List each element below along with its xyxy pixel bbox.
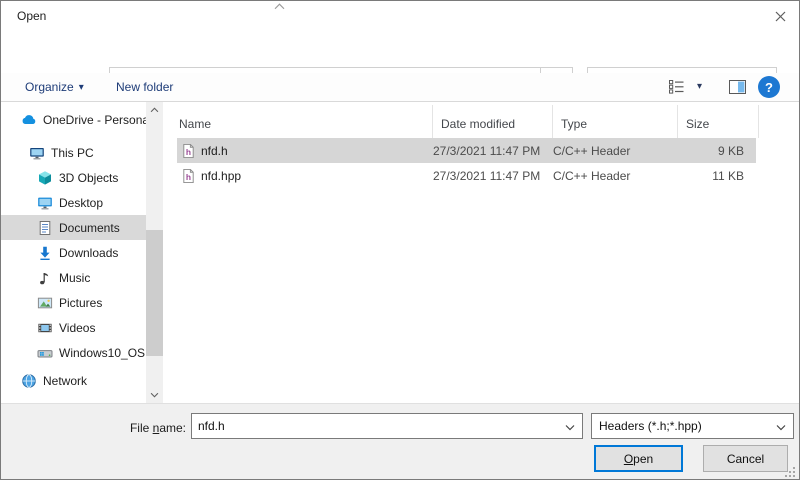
header-file-icon: h (181, 168, 196, 184)
scrollbar-thumb[interactable] (146, 230, 163, 356)
file-name: nfd.hpp (201, 169, 241, 183)
chevron-down-icon: ▾ (79, 82, 84, 93)
network-icon (21, 373, 37, 389)
sidebar-scrollbar[interactable] (146, 102, 163, 403)
this-pc-icon (29, 145, 45, 161)
preview-pane-icon (729, 80, 746, 94)
column-headers: Name Date modified Type Size (171, 105, 800, 138)
preview-pane-button[interactable] (729, 80, 746, 97)
3d-objects-icon (37, 170, 53, 186)
file-date-modified: 27/3/2021 11:47 PM (433, 144, 553, 158)
sidebar-item-documents[interactable]: Documents (1, 215, 146, 240)
desktop-icon (37, 195, 53, 211)
sidebar-item-label: 3D Objects (59, 171, 118, 185)
column-header-spacer (759, 105, 800, 138)
close-button[interactable] (767, 5, 793, 27)
organize-label: Organize (25, 80, 74, 94)
file-row-nfd-hpp[interactable]: h nfd.hpp 27/3/2021 11:47 PM C/C++ Heade… (177, 163, 756, 188)
file-list: h nfd.h 27/3/2021 11:47 PM C/C++ Header … (171, 138, 800, 188)
chevron-down-icon[interactable] (565, 424, 575, 431)
svg-text:h: h (186, 171, 191, 181)
file-row-nfd-h[interactable]: h nfd.h 27/3/2021 11:47 PM C/C++ Header … (177, 138, 756, 163)
file-name-combo (191, 413, 583, 439)
svg-text:h: h (186, 146, 191, 156)
sidebar-item-desktop[interactable]: Desktop (1, 190, 146, 215)
new-folder-button[interactable]: New folder (116, 73, 173, 101)
chevron-down-icon (150, 392, 159, 398)
sidebar-item-label: Downloads (59, 246, 118, 260)
pictures-icon (37, 295, 53, 311)
resize-grip[interactable] (785, 467, 796, 478)
sidebar-item-label: Windows10_OS (C:) (59, 346, 146, 360)
column-header-date-modified[interactable]: Date modified (433, 105, 553, 138)
downloads-icon (37, 245, 53, 261)
open-file-dialog: Open ← → ↑ « GitHub › nativefiledialog ›… (0, 0, 800, 480)
navigation-pane: OneDrive - Personal This PC 3D Objects D… (1, 102, 146, 403)
chevron-up-icon (150, 107, 159, 113)
sidebar-item-windows-drive[interactable]: Windows10_OS (C:) (1, 340, 146, 365)
sidebar-item-label: Videos (59, 321, 95, 335)
header-file-icon: h (181, 143, 196, 159)
sort-ascending-icon (274, 3, 285, 10)
column-header-type[interactable]: Type (553, 105, 678, 138)
cancel-button[interactable]: Cancel (703, 445, 788, 472)
scroll-up-button[interactable] (146, 102, 163, 118)
address-row: ← → ↑ « GitHub › nativefiledialog › src … (1, 31, 799, 73)
dialog-footer: File name: Headers (*.h;*.hpp) Open Canc… (1, 403, 799, 480)
scroll-down-button[interactable] (146, 387, 163, 403)
sidebar-item-3d-objects[interactable]: 3D Objects (1, 165, 146, 190)
sidebar-item-downloads[interactable]: Downloads (1, 240, 146, 265)
close-icon (775, 11, 786, 22)
title-bar: Open (1, 1, 799, 31)
file-name: nfd.h (201, 144, 228, 158)
open-button[interactable]: Open (594, 445, 683, 472)
sidebar-item-label: Music (59, 271, 90, 285)
sidebar-item-music[interactable]: Music (1, 265, 146, 290)
sidebar-item-label: This PC (51, 146, 94, 160)
videos-icon (37, 320, 53, 336)
file-name-input[interactable] (192, 414, 582, 438)
sidebar-item-onedrive[interactable]: OneDrive - Personal (1, 107, 146, 132)
sidebar-item-pictures[interactable]: Pictures (1, 290, 146, 315)
sidebar-item-label: OneDrive - Personal (43, 113, 146, 127)
new-folder-label: New folder (116, 80, 173, 94)
sidebar-item-label: Pictures (59, 296, 102, 310)
command-toolbar: Organize ▾ New folder ▾ ? (1, 73, 799, 102)
chevron-down-icon (776, 424, 786, 431)
file-size: 9 KB (678, 144, 756, 158)
onedrive-icon (21, 112, 37, 128)
sidebar-item-label: Network (43, 374, 87, 388)
window-title: Open (17, 9, 46, 23)
file-type: C/C++ Header (553, 169, 678, 183)
chevron-down-icon[interactable]: ▾ (697, 81, 702, 92)
sidebar-item-this-pc[interactable]: This PC (1, 140, 146, 165)
details-view-icon (669, 80, 686, 94)
file-size: 11 KB (678, 169, 756, 183)
documents-icon (37, 220, 53, 236)
sidebar-item-network[interactable]: Network (1, 368, 146, 393)
sidebar-item-label: Desktop (59, 196, 103, 210)
music-icon (37, 270, 53, 286)
file-type-select[interactable]: Headers (*.h;*.hpp) (591, 413, 794, 439)
help-icon: ? (765, 80, 773, 95)
file-type: C/C++ Header (553, 144, 678, 158)
help-button[interactable]: ? (758, 76, 780, 98)
file-date-modified: 27/3/2021 11:47 PM (433, 169, 553, 183)
sidebar-item-videos[interactable]: Videos (1, 315, 146, 340)
change-view-button[interactable] (669, 80, 686, 97)
organize-button[interactable]: Organize ▾ (25, 73, 84, 101)
file-type-value: Headers (*.h;*.hpp) (599, 419, 702, 433)
file-name-label: File name: (41, 421, 186, 435)
column-header-size[interactable]: Size (678, 105, 759, 138)
drive-icon (37, 345, 53, 361)
column-header-name[interactable]: Name (171, 105, 433, 138)
sidebar-item-label: Documents (59, 221, 120, 235)
